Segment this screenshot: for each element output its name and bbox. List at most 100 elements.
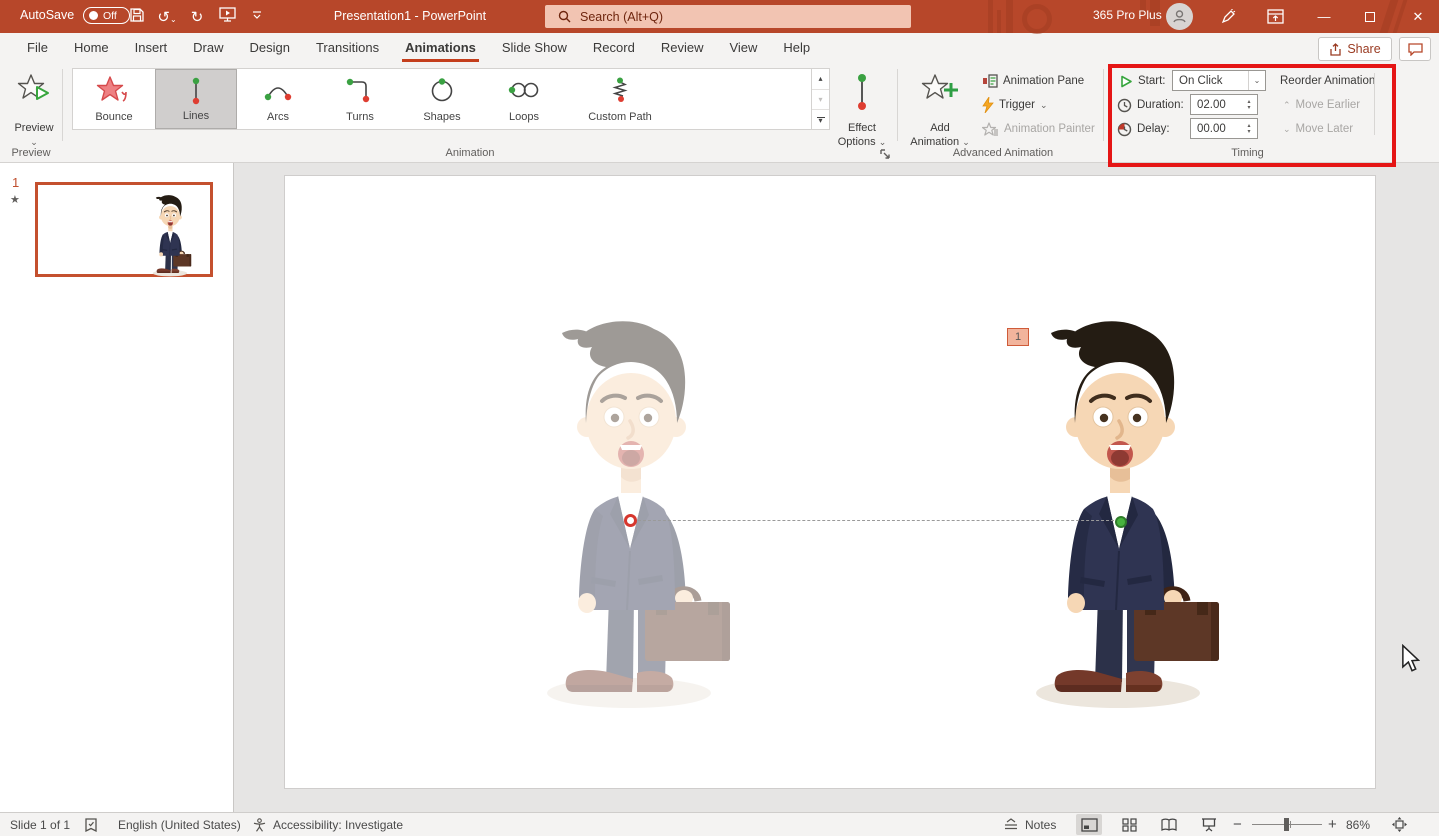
tab-record[interactable]: Record: [580, 33, 648, 63]
undo-dropdown-icon[interactable]: ⌄: [170, 15, 177, 24]
account-label[interactable]: 365 Pro Plus: [1093, 8, 1162, 22]
redo-icon[interactable]: ↻: [182, 8, 212, 26]
language-button[interactable]: English (United States): [118, 813, 241, 836]
start-select-arrow[interactable]: ⌄: [1248, 71, 1265, 90]
titlebar-art: [1006, 0, 1013, 33]
effect-options-button[interactable]: Effect Options ⌄: [833, 67, 891, 147]
preview-label: Preview: [7, 122, 61, 134]
gallery-scroll-down-button[interactable]: ▾: [812, 90, 829, 111]
autosave-state: Off: [103, 10, 117, 22]
tab-view[interactable]: View: [716, 33, 770, 63]
preview-button[interactable]: Preview ⌄: [7, 67, 61, 147]
motion-path-start-marker[interactable]: [1115, 516, 1127, 528]
gallery-scroll-up-button[interactable]: ▴: [812, 69, 829, 90]
customize-qat-icon[interactable]: [242, 8, 272, 25]
zoom-level[interactable]: 86%: [1346, 813, 1370, 836]
animation-pane-button[interactable]: Animation Pane: [982, 70, 1084, 92]
slide-sorter-icon: [1122, 818, 1137, 832]
businessman-figure[interactable]: [1023, 311, 1223, 711]
search-icon: [558, 10, 571, 23]
fit-slide-button[interactable]: [1392, 813, 1407, 836]
animation-gallery: Bounce Lines Arcs Turns Shapes Loops Cus…: [72, 68, 812, 130]
animation-painter-icon: [982, 122, 999, 137]
gallery-item-loops[interactable]: Loops: [483, 69, 565, 129]
start-select[interactable]: On Click ⌄: [1172, 70, 1266, 91]
gallery-more-button[interactable]: ▾: [812, 110, 829, 131]
move-earlier-icon: ⌃: [1283, 100, 1291, 111]
thumbnail-panel: 1 ★: [0, 163, 234, 812]
tab-transitions[interactable]: Transitions: [303, 33, 392, 63]
comments-button[interactable]: [1399, 37, 1431, 61]
trigger-button[interactable]: Trigger⌄: [982, 94, 1048, 116]
delay-input[interactable]: 00.00 ▴▾: [1190, 118, 1258, 139]
autosave-label: AutoSave: [20, 8, 74, 22]
search-input[interactable]: Search (Alt+Q): [545, 5, 911, 28]
close-button[interactable]: ✕: [1397, 0, 1439, 33]
notes-button[interactable]: Notes: [1003, 813, 1056, 836]
slide-canvas[interactable]: 1: [284, 175, 1376, 789]
reading-view-icon: [1161, 818, 1177, 832]
gallery-item-shapes[interactable]: Shapes: [401, 69, 483, 129]
gallery-item-arcs[interactable]: Arcs: [237, 69, 319, 129]
add-animation-icon: [921, 73, 959, 110]
menubar: File Home Insert Draw Design Transitions…: [0, 33, 1439, 63]
spellcheck-button[interactable]: [84, 813, 98, 836]
zoom-in-button[interactable]: +: [1328, 813, 1337, 836]
gallery-item-custom-path[interactable]: Custom Path: [565, 69, 675, 129]
animation-order-badge[interactable]: 1: [1007, 328, 1029, 346]
toggle-knob: [89, 11, 98, 20]
motion-path-end-marker[interactable]: [624, 514, 637, 527]
add-animation-button[interactable]: Add Animation ⌄: [908, 67, 972, 147]
titlebar-art: [997, 10, 1001, 33]
slideshow-view-button[interactable]: [1196, 814, 1222, 835]
timing-inner-divider: [1374, 73, 1375, 135]
tab-review[interactable]: Review: [648, 33, 717, 63]
advanced-animation-group-label: Advanced Animation: [905, 147, 1101, 159]
slide-count[interactable]: Slide 1 of 1: [10, 813, 70, 836]
custom-path-icon: [602, 76, 638, 104]
delay-spinner[interactable]: ▴▾: [1243, 119, 1255, 138]
tab-file[interactable]: File: [14, 33, 61, 63]
zoom-slider-tick: [1290, 821, 1291, 828]
reorder-animation-label: Reorder Animation: [1280, 70, 1375, 92]
accessibility-button[interactable]: Accessibility: Investigate: [252, 813, 403, 836]
gallery-item-turns[interactable]: Turns: [319, 69, 401, 129]
zoom-out-button[interactable]: −: [1233, 813, 1242, 836]
titlebar: AutoSave Off ↺⌄ ↻ Presentation1 - PowerP…: [0, 0, 1439, 33]
gallery-item-bounce[interactable]: Bounce: [73, 69, 155, 129]
tab-home[interactable]: Home: [61, 33, 122, 63]
animation-painter-button[interactable]: Animation Painter: [982, 118, 1095, 140]
tab-insert[interactable]: Insert: [122, 33, 181, 63]
titlebar-art: [1022, 4, 1052, 34]
ribbon-display-options-icon[interactable]: [1255, 0, 1295, 33]
ink-pen-icon[interactable]: [1208, 0, 1248, 33]
slide-thumbnail[interactable]: [35, 182, 213, 277]
share-button[interactable]: Share: [1318, 37, 1392, 61]
avatar[interactable]: [1166, 3, 1193, 30]
move-later-button[interactable]: ⌄ Move Later: [1283, 118, 1353, 140]
start-slideshow-icon[interactable]: [212, 7, 242, 26]
maximize-button[interactable]: [1349, 0, 1391, 33]
businessman-ghost-figure[interactable]: [534, 311, 734, 711]
tab-animations[interactable]: Animations: [392, 33, 489, 63]
search-placeholder: Search (Alt+Q): [580, 10, 663, 24]
duration-spinner[interactable]: ▴▾: [1243, 95, 1255, 114]
statusbar: Slide 1 of 1 English (United States) Acc…: [0, 812, 1439, 836]
duration-input[interactable]: 02.00 ▴▾: [1190, 94, 1258, 115]
tab-draw[interactable]: Draw: [180, 33, 236, 63]
share-label: Share: [1347, 42, 1380, 56]
gallery-item-lines[interactable]: Lines: [155, 69, 237, 129]
tab-design[interactable]: Design: [237, 33, 303, 63]
motion-path-line[interactable]: [638, 520, 1114, 521]
normal-view-button[interactable]: [1076, 814, 1102, 835]
tab-help[interactable]: Help: [770, 33, 823, 63]
save-icon[interactable]: [122, 7, 152, 27]
move-earlier-button[interactable]: ⌃ Move Earlier: [1283, 94, 1360, 116]
delay-clock-icon: [1117, 122, 1132, 137]
reading-view-button[interactable]: [1156, 814, 1182, 835]
slide-sorter-view-button[interactable]: [1116, 814, 1142, 835]
undo-icon[interactable]: ↺⌄: [152, 8, 182, 26]
tab-slide-show[interactable]: Slide Show: [489, 33, 580, 63]
zoom-slider-thumb[interactable]: [1284, 818, 1289, 831]
minimize-button[interactable]: —: [1303, 0, 1345, 33]
